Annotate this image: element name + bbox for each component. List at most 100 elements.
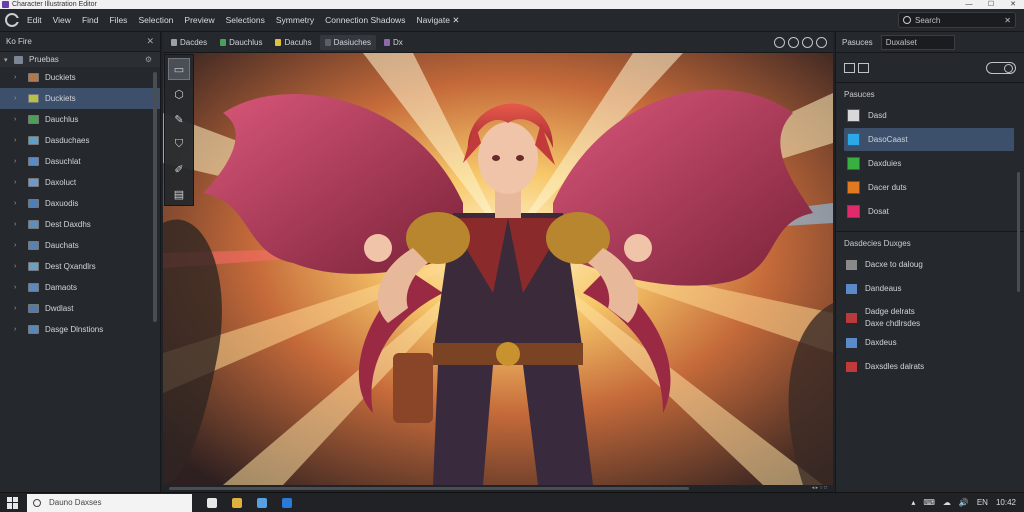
layer-group-root[interactable]: ▾ Pruebas ⚙	[0, 52, 160, 67]
layer-row[interactable]: › Dasduchaes	[0, 130, 160, 151]
tray-item[interactable]: ⌨	[923, 498, 935, 507]
maximize-button[interactable]: ☐	[980, 0, 1002, 9]
layer-row[interactable]: › Duckiets	[0, 67, 160, 88]
taskbar-app-icon[interactable]	[257, 497, 267, 508]
layers-scrollbar[interactable]	[153, 72, 157, 322]
preset-item[interactable]: Daxdeus	[836, 332, 1024, 354]
chevron-right-icon[interactable]: ›	[14, 137, 28, 144]
taskbar-app-icon[interactable]	[282, 497, 292, 508]
menu-selection[interactable]: Selection	[138, 15, 173, 25]
chevron-right-icon[interactable]: ›	[14, 326, 28, 333]
rectangle-select-tool-icon[interactable]: ▭	[168, 58, 190, 80]
rotate-icon[interactable]	[788, 36, 799, 48]
canvas-horizontal-scrollbar[interactable]: ◂ ▸ ○ □	[163, 485, 833, 492]
layer-row[interactable]: › Dwdlast	[0, 298, 160, 319]
menu-edit[interactable]: Edit	[27, 15, 42, 25]
tray-item[interactable]: 🔊	[959, 498, 969, 507]
menu-view[interactable]: View	[53, 15, 71, 25]
color-swatch-row[interactable]: DasoCaast	[844, 128, 1014, 151]
search-clear-icon[interactable]: ✕	[1004, 16, 1015, 25]
tray-item[interactable]: EN	[977, 498, 988, 507]
document-tab[interactable]: Dx	[379, 35, 408, 50]
layer-tool-icon[interactable]: ▤	[168, 183, 190, 205]
layer-row[interactable]: › Dauchlus	[0, 109, 160, 130]
layer-row[interactable]: › Dasuchlat	[0, 151, 160, 172]
taskbar-app-icon[interactable]	[232, 497, 242, 508]
properties-input[interactable]: Duxalset	[880, 34, 955, 50]
layers-panel-close-icon[interactable]: ✕	[146, 36, 154, 47]
layer-label: Dasge Dlnstions	[45, 325, 104, 334]
menu-symmetry[interactable]: Symmetry	[276, 15, 314, 25]
chevron-right-icon[interactable]: ›	[14, 242, 28, 249]
chevron-right-icon[interactable]: ›	[14, 263, 28, 270]
chevron-down-icon[interactable]: ▾	[4, 56, 14, 64]
chevron-right-icon[interactable]: ›	[14, 284, 28, 291]
layer-row[interactable]: › Daxoluct	[0, 172, 160, 193]
taskbar-app-icon[interactable]	[207, 497, 217, 508]
os-taskbar: Dauno Daxses ▴ ⌨ ☁ 🔊 EN 10:42	[0, 492, 1024, 512]
chevron-right-icon[interactable]: ›	[14, 221, 28, 228]
taskbar-search[interactable]: Dauno Daxses	[27, 493, 192, 512]
app-logo-icon[interactable]	[5, 13, 19, 27]
layer-row[interactable]: › Dauchats	[0, 235, 160, 256]
menu-preview[interactable]: Preview	[184, 15, 214, 25]
layer-row[interactable]: › Duckiets	[0, 88, 160, 109]
preset-icon	[846, 260, 857, 270]
layer-row[interactable]: › Dasge Dlnstions	[0, 319, 160, 340]
image-icon[interactable]	[858, 62, 869, 73]
minimize-button[interactable]: —	[958, 0, 980, 9]
menu-navigate[interactable]: Navigate ✕	[416, 15, 459, 26]
visibility-toggle[interactable]	[986, 61, 1016, 74]
canvas-nav-controls[interactable]: ◂ ▸ ○ □	[812, 485, 827, 491]
chevron-right-icon[interactable]: ›	[14, 179, 28, 186]
lasso-tool-icon[interactable]: ⬡	[168, 83, 190, 105]
chevron-right-icon[interactable]: ›	[14, 116, 28, 123]
zoom-icon[interactable]	[774, 36, 785, 48]
color-swatch-row[interactable]: Dosat	[844, 200, 1014, 223]
fill-tool-icon[interactable]: ⛉	[168, 133, 190, 155]
swatch-color	[847, 157, 860, 170]
color-swatch-row[interactable]: Daxduies	[844, 152, 1014, 175]
start-menu-icon[interactable]	[7, 496, 19, 509]
document-tab[interactable]: Dacuhs	[270, 35, 316, 50]
document-tab[interactable]: Dacdes	[166, 35, 212, 50]
search-box[interactable]: Search ✕	[898, 12, 1016, 28]
color-swatch-row[interactable]: Dacer duts	[844, 176, 1014, 199]
document-tab[interactable]: Dasiuches	[319, 34, 376, 50]
chevron-right-icon[interactable]: ›	[14, 158, 28, 165]
close-button[interactable]: ✕	[1002, 0, 1024, 9]
layer-row[interactable]: › Damaots	[0, 277, 160, 298]
swatch-color	[847, 205, 860, 218]
fit-icon[interactable]	[802, 36, 813, 48]
document-tab[interactable]: Dauchlus	[215, 35, 267, 50]
chevron-right-icon[interactable]: ›	[14, 95, 28, 102]
preset-item[interactable]: Daxsdles dalrats	[836, 356, 1024, 378]
chevron-right-icon[interactable]: ›	[14, 74, 28, 81]
tray-item[interactable]: 10:42	[996, 498, 1016, 507]
layer-row[interactable]: › Dest Daxdhs	[0, 214, 160, 235]
brush-tool-icon[interactable]: ✎	[168, 108, 190, 130]
preset-item[interactable]: Dandeaus	[836, 278, 1024, 300]
pen-tool-icon[interactable]: ✐	[168, 158, 190, 180]
artwork-canvas[interactable]	[163, 53, 833, 485]
frame-icon[interactable]	[844, 62, 855, 73]
properties-scrollbar[interactable]	[1017, 172, 1020, 292]
layer-thumbnail	[28, 304, 39, 313]
menu-files[interactable]: Files	[109, 15, 127, 25]
preset-item[interactable]: Dacxe to daloug	[836, 254, 1024, 276]
menu-selections[interactable]: Selections	[226, 15, 265, 25]
menu-find[interactable]: Find	[82, 15, 99, 25]
settings-icon[interactable]: ⚙	[145, 55, 152, 64]
chevron-right-icon[interactable]: ›	[14, 200, 28, 207]
search-input[interactable]: Search	[915, 16, 1004, 25]
scrollbar-thumb[interactable]	[169, 487, 689, 490]
layer-row[interactable]: › Daxuodis	[0, 193, 160, 214]
color-swatch-row[interactable]: Dasd	[844, 104, 1014, 127]
layer-row[interactable]: › Dest Qxandlrs	[0, 256, 160, 277]
tray-item[interactable]: ▴	[911, 498, 915, 507]
preset-item[interactable]: Dadge delrats Daxe chdlrsdes	[836, 306, 1024, 330]
menu-connection-shadows[interactable]: Connection Shadows	[325, 15, 405, 25]
chevron-right-icon[interactable]: ›	[14, 305, 28, 312]
grid-icon[interactable]	[816, 36, 827, 48]
tray-item[interactable]: ☁	[943, 498, 951, 507]
